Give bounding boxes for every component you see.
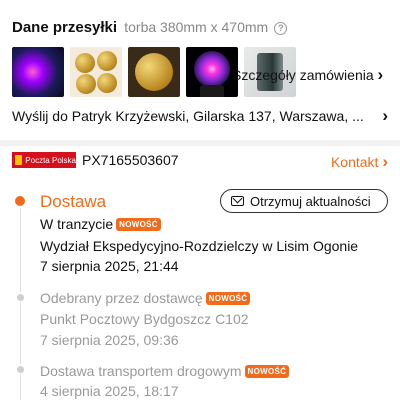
- package-header: Dane przesyłki torba 380mm x 470mm ?: [12, 19, 288, 36]
- timeline-line: [20, 208, 21, 292]
- order-details-label: Szczegóły zamówienia: [232, 67, 374, 83]
- new-badge: NOWOŚĆ: [244, 365, 290, 378]
- event-time: 7 sierpnia 2025, 21:44: [40, 258, 179, 274]
- order-details-link[interactable]: Szczegóły zamówienia ›: [232, 65, 383, 85]
- timeline-line: [20, 302, 21, 364]
- event-location: Punkt Pocztowy Bydgoszcz C102: [40, 311, 249, 327]
- event-title: Dostawa transportem drogowym NOWOŚĆ: [40, 363, 290, 379]
- carrier-logo: Poczta Polska: [12, 152, 76, 168]
- contact-link[interactable]: Kontakt ›: [331, 152, 388, 172]
- subscribe-label: Otrzymuj aktualności: [250, 193, 371, 209]
- shipping-address[interactable]: Wyślij do Patryk Krzyżewski, Gilarska 13…: [12, 108, 372, 124]
- carrier-logo-text: Poczta Polska: [25, 155, 76, 165]
- timeline-line: [20, 374, 21, 400]
- product-thumbnail[interactable]: [12, 47, 64, 97]
- timeline-dot-active: [15, 196, 25, 206]
- new-badge: NOWOŚĆ: [116, 218, 161, 231]
- post-horn-icon: [15, 155, 23, 165]
- product-thumbnail[interactable]: [186, 47, 238, 97]
- timeline-dot: [17, 294, 24, 301]
- contact-label: Kontakt: [330, 154, 379, 170]
- event-title: W tranzycie NOWOŚĆ: [40, 216, 161, 232]
- timeline-dot: [17, 366, 24, 373]
- tracking-number[interactable]: PX7165503607: [82, 152, 179, 168]
- event-time: 7 sierpnia 2025, 09:36: [40, 332, 179, 348]
- event-location: Wydział Ekspedycyjno-Rozdzielczy w Lisim…: [40, 238, 359, 254]
- subscribe-updates-button[interactable]: Otrzymuj aktualności: [220, 189, 388, 213]
- new-badge: NOWOŚĆ: [205, 292, 251, 305]
- chevron-right-icon: ›: [377, 65, 384, 84]
- mail-icon: [231, 196, 244, 206]
- chevron-right-icon: ›: [382, 152, 388, 171]
- current-status: Dostawa: [40, 192, 107, 211]
- package-size: torba 380mm x 470mm: [124, 19, 269, 35]
- event-time: 4 sierpnia 2025, 18:17: [40, 383, 179, 399]
- question-circle-icon[interactable]: ?: [274, 22, 288, 35]
- event-title: Odebrany przez dostawcę NOWOŚĆ: [40, 290, 251, 306]
- package-title: Dane przesyłki: [12, 19, 118, 36]
- product-thumbnail[interactable]: [70, 47, 122, 97]
- product-thumbnail[interactable]: [128, 47, 180, 97]
- chevron-right-icon[interactable]: ›: [382, 106, 388, 126]
